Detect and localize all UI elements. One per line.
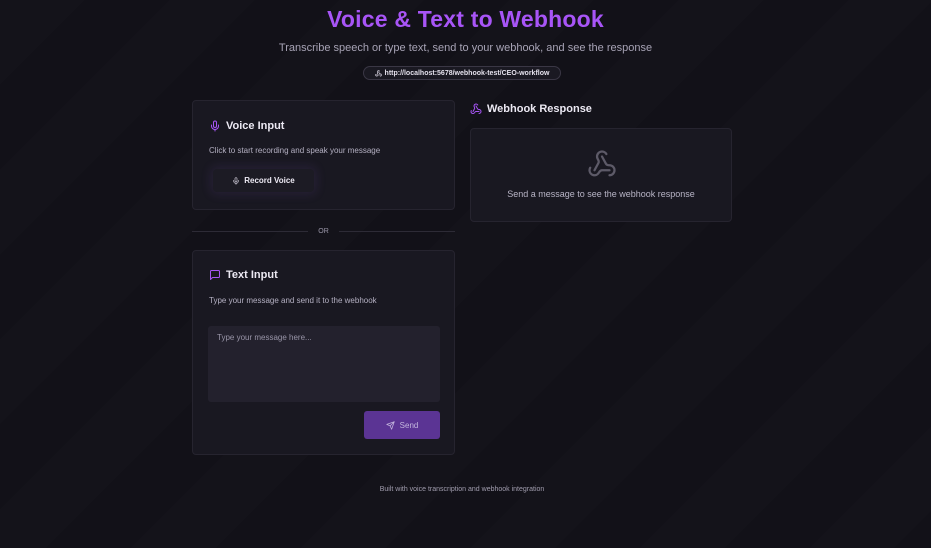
message-input[interactable]	[208, 326, 440, 402]
mic-icon	[211, 120, 219, 132]
text-input-header: Text Input	[209, 269, 278, 281]
send-label: Send	[399, 420, 419, 430]
divider-line	[192, 230, 309, 232]
text-input-description: Type your message and send it to the web…	[209, 296, 377, 305]
footer-text: Built with voice transcription and webho…	[379, 486, 545, 493]
divider-label: OR	[318, 227, 329, 235]
voice-input-description: Click to start recording and speak your …	[209, 146, 381, 155]
webhook-icon	[470, 103, 482, 114]
page-title: Voice & Text to Webhook	[327, 6, 604, 32]
message-square-icon	[210, 270, 220, 280]
page-subtitle: Transcribe speech or type text, send to …	[278, 42, 653, 54]
mic-icon	[233, 176, 239, 185]
text-input-card: Text Input Type your message and send it…	[192, 250, 455, 455]
record-voice-button[interactable]: Record Voice	[213, 169, 314, 192]
record-voice-label: Record Voice	[244, 176, 295, 185]
webhook-url-text: http://localhost:5678/webhook-test/CEO-w…	[384, 69, 550, 77]
send-icon	[386, 420, 395, 430]
webhook-response-card: Send a message to see the webhook respon…	[470, 128, 732, 222]
webhook-response-header: Webhook Response	[470, 103, 592, 115]
webhook-icon	[588, 150, 616, 177]
webhook-response-title: Webhook Response	[487, 103, 592, 115]
webhook-url-badge: http://localhost:5678/webhook-test/CEO-w…	[363, 66, 561, 80]
voice-input-card: Voice Input Click to start recording and…	[192, 100, 455, 210]
or-divider: OR	[192, 226, 455, 236]
text-input-title: Text Input	[226, 269, 278, 281]
webhook-response-empty-message: Send a message to see the webhook respon…	[507, 189, 695, 199]
send-button[interactable]: Send	[364, 411, 440, 439]
voice-input-title: Voice Input	[226, 120, 285, 132]
divider-line	[338, 230, 455, 232]
voice-input-header: Voice Input	[209, 120, 284, 132]
webhook-icon	[374, 69, 382, 76]
